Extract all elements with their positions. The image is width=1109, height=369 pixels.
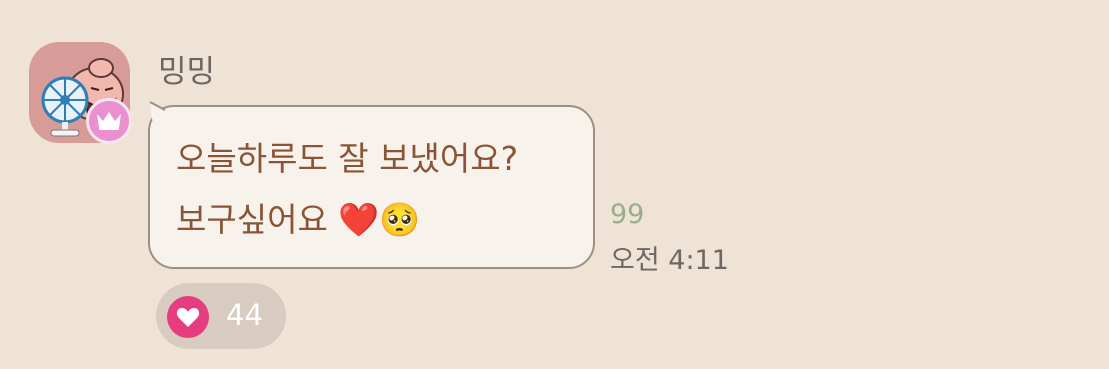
- crown-icon: [97, 112, 121, 130]
- sender-name: 밍밍: [158, 54, 216, 90]
- message-text: 보구싶어요: [176, 200, 339, 239]
- message-text-line-1: 오늘하루도 잘 보냈어요?: [176, 139, 519, 178]
- heart-icon: [176, 308, 200, 327]
- unread-count: 99: [610, 199, 645, 230]
- message-timestamp: 오전 4:11: [610, 245, 729, 276]
- message-text-line-2: 보구싶어요 ❤️🥺: [176, 193, 420, 241]
- red-heart-emoji: ❤️: [338, 200, 380, 239]
- message-bubble[interactable]: [148, 105, 595, 269]
- reaction-heart-badge[interactable]: [167, 296, 209, 338]
- pleading-face-emoji: 🥺: [379, 200, 421, 239]
- reaction-count: 44: [226, 298, 263, 332]
- crown-badge: [86, 98, 132, 144]
- bubble-tail: [149, 101, 166, 120]
